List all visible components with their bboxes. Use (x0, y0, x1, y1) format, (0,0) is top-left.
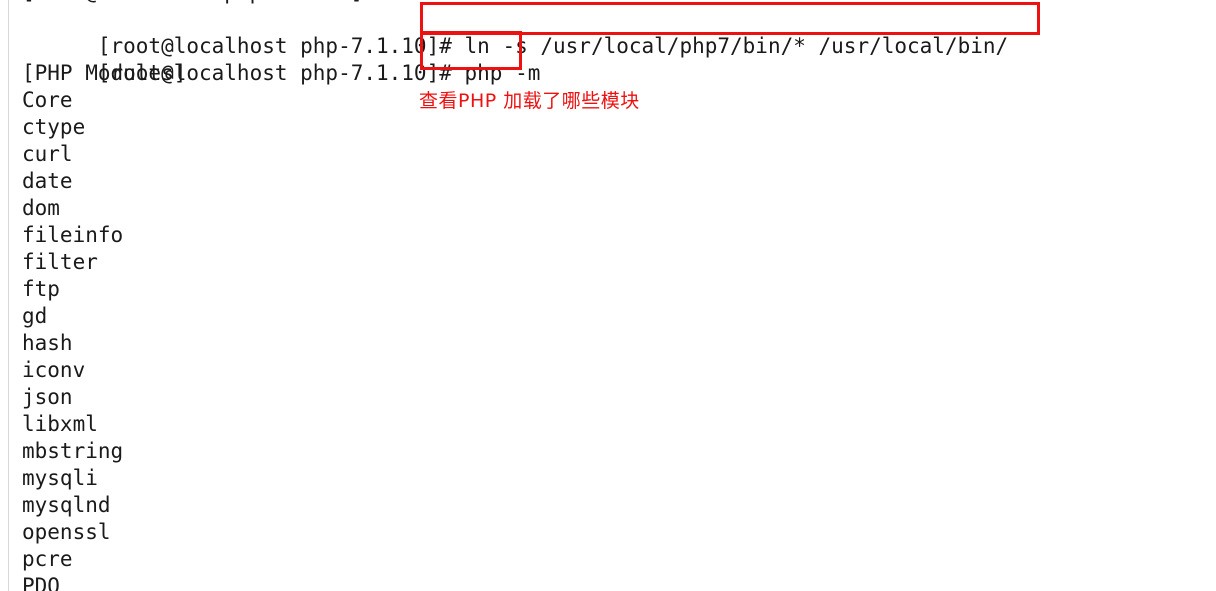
command-text-php-m: php -m (464, 61, 541, 85)
module-list-item: filter (22, 250, 98, 274)
module-list-item: mysqli (22, 466, 98, 490)
terminal-left-border (8, 0, 9, 591)
terminal-screenshot: [root@localhost php-7.1.10]# make instal… (0, 0, 1216, 591)
module-list-item: iconv (22, 358, 86, 382)
module-list-item: gd (22, 304, 48, 328)
module-list-item: curl (22, 142, 73, 166)
terminal-line-command-1: [root@localhost php-7.1.10]# ln -s /usr/… (22, 6, 1008, 58)
module-list-item: date (22, 169, 73, 193)
module-list-item: PDO (22, 574, 60, 591)
module-list-item: hash (22, 331, 73, 355)
command-text-ln: ln -s /usr/local/php7/bin/* /usr/local/b… (464, 34, 1009, 58)
module-list-item: mysqlnd (22, 493, 111, 517)
module-list-item: dom (22, 196, 60, 220)
module-list-item: fileinfo (22, 223, 124, 247)
module-list-item: openssl (22, 520, 111, 544)
output-header-php-modules: [PHP Modules] (22, 61, 187, 85)
module-list-item: ctype (22, 115, 86, 139)
module-list-item: libxml (22, 412, 98, 436)
module-list-item: mbstring (22, 439, 124, 463)
module-list-item: ftp (22, 277, 60, 301)
terminal-line-command-2: [root@localhost php-7.1.10]# php -m (22, 33, 541, 85)
module-list-item: json (22, 385, 73, 409)
module-list-item: pcre (22, 547, 73, 571)
annotation-note: 查看PHP 加载了哪些模块 (419, 90, 640, 112)
module-list-item: Core (22, 88, 73, 112)
